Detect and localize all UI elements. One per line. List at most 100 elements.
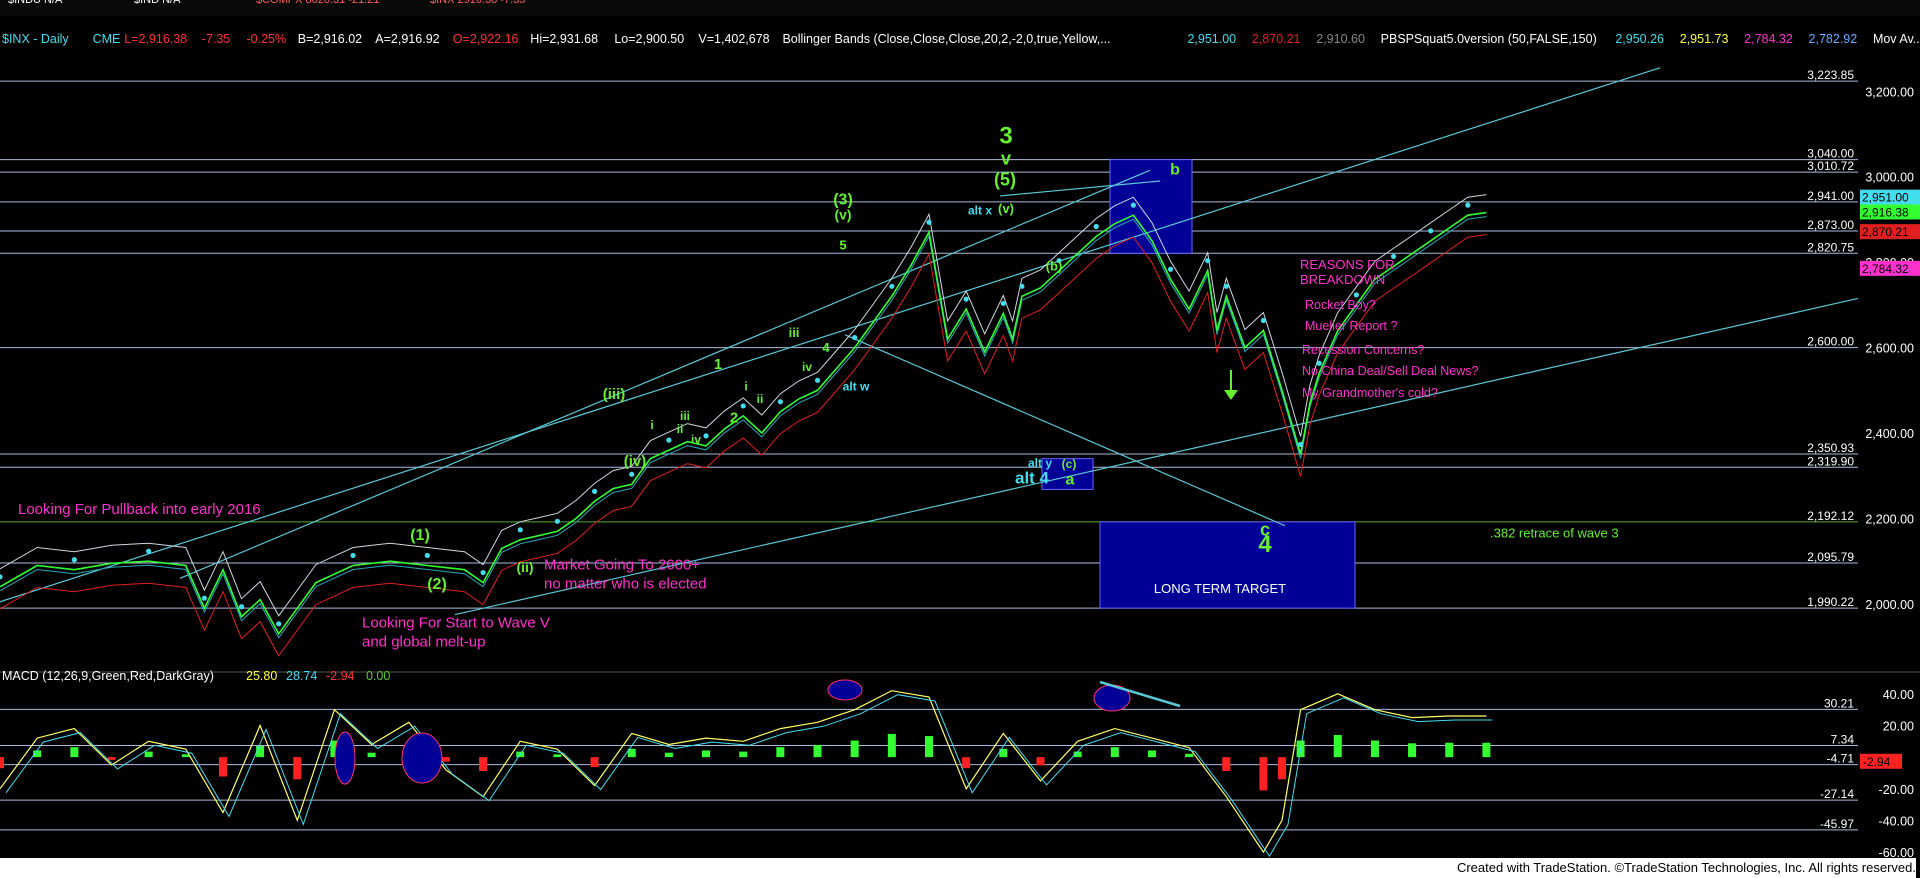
- price-dot: [666, 437, 672, 443]
- reason-item: Recession Concerns?: [1302, 343, 1424, 357]
- price-tag-label: 2,951.00: [1862, 191, 1909, 205]
- price-chart[interactable]: $INDU N/A $IND N/A $COMPX 8020.31 -21.21 $I…: [0, 0, 1920, 878]
- price-dot: [777, 399, 783, 405]
- price-dot: [814, 377, 821, 383]
- price-dot: [1260, 317, 1267, 324]
- level-label: 1,990.22: [1807, 595, 1854, 609]
- price-dot: [71, 557, 77, 563]
- macd-axis-tick: 40.00: [1883, 688, 1914, 702]
- header-field: 2,870.21: [1252, 32, 1301, 46]
- header-field: Bollinger Bands (Close,Close,Close,20,2,…: [782, 32, 1110, 46]
- wave-label: 4: [1258, 531, 1272, 558]
- price-dot: [480, 569, 486, 576]
- level-label: 2,600.00: [1807, 335, 1854, 349]
- wave-label: (ii): [516, 559, 533, 575]
- wave-label: alt 4: [1015, 468, 1050, 487]
- macd-bar: [813, 744, 822, 758]
- wave-label: b: [1170, 162, 1180, 179]
- header-field: L=2,916.38: [124, 32, 187, 46]
- wave-label: alt w: [843, 379, 870, 393]
- macd-axis-tick: -20.00: [1879, 783, 1914, 797]
- note-market-1: Market Going To 2600+: [544, 557, 700, 574]
- price-axis-tick: 2,200.00: [1865, 512, 1914, 526]
- macd-bar: [776, 747, 785, 758]
- header-field: A=2,916.92: [375, 32, 439, 46]
- macd-oval: [827, 679, 863, 701]
- macd-bar: [367, 752, 376, 758]
- mid-channel-line: [179, 169, 1151, 579]
- reasons-title-2: BREAKDOWN: [1300, 272, 1385, 287]
- note-pullback: Looking For Pullback into early 2016: [18, 501, 261, 518]
- header-field: CME: [93, 32, 121, 46]
- level-label: 3,010.72: [1807, 159, 1854, 173]
- macd-bar: [1147, 750, 1156, 758]
- note-start-2: and global melt-up: [362, 634, 485, 651]
- macd-bar: [107, 757, 116, 760]
- macd-bar: [1445, 742, 1454, 758]
- top-ticker: $INX 2916.38 -7.35: [430, 0, 525, 6]
- wave-label: (5): [994, 169, 1016, 189]
- macd-value: 25.80: [246, 669, 277, 683]
- header-field: Mov Av...: [1873, 32, 1920, 46]
- macd-title: MACD (12,26,9,Green,Red,DarkGray): [2, 669, 214, 683]
- price-dot: [591, 488, 598, 494]
- note-retrace: .382 retrace of wave 3: [1490, 526, 1619, 541]
- macd-bar: [1222, 757, 1231, 771]
- macd-bar: [0, 757, 4, 769]
- header-field: 2,951.00: [1187, 32, 1236, 46]
- macd-bar: [1185, 753, 1194, 758]
- macd-bar: [144, 751, 153, 758]
- note-start-1: Looking For Start to Wave V: [362, 614, 550, 631]
- wave-label: i: [744, 379, 747, 393]
- macd-axis-tick: 20.00: [1883, 719, 1914, 733]
- header-field: -7.35: [202, 32, 231, 46]
- price-axis-tick: 2,000.00: [1865, 598, 1914, 612]
- header-field: 2,784.32: [1744, 32, 1793, 46]
- price-dot: [963, 296, 969, 302]
- wave-label: (2): [427, 576, 447, 593]
- price-dot: [1465, 202, 1471, 208]
- level-label: 2,095.79: [1807, 550, 1854, 564]
- level-label: 2,941.00: [1807, 189, 1854, 203]
- wave-label: (c): [1062, 457, 1077, 471]
- price-dot: [1205, 258, 1211, 264]
- wave-label: (v): [998, 201, 1014, 216]
- header-field: PBSPSquat5.0version (50,FALSE,150): [1381, 32, 1597, 46]
- macd-bar: [70, 747, 79, 758]
- price-tag-label: 2,916.38: [1862, 205, 1909, 219]
- macd-bar: [1036, 757, 1045, 766]
- wave-label: 2: [730, 409, 738, 426]
- note-long-term: LONG TERM TARGET: [1154, 581, 1286, 596]
- price-dot: [517, 527, 523, 533]
- wave-label: a: [1066, 471, 1075, 488]
- macd-bar: [590, 757, 599, 768]
- price-tag-label: 2,870.21: [1862, 225, 1909, 239]
- wave-label: alt x: [968, 203, 992, 217]
- macd-bar: [664, 752, 673, 758]
- wave-label: 5: [839, 237, 846, 252]
- level-label: 2,319.90: [1807, 454, 1854, 468]
- top-ticker: $IND N/A: [134, 0, 181, 6]
- wave-label: i: [650, 418, 653, 432]
- macd-axis-tick: -40.00: [1879, 814, 1914, 828]
- reason-item: No China Deal/Sell Deal News?: [1302, 364, 1479, 378]
- header-field: V=1,402,678: [698, 32, 769, 46]
- note-market-2: no matter who is elected: [544, 576, 707, 593]
- signal-line: [5, 694, 1493, 858]
- reason-item: Rocket Boy?: [1305, 298, 1376, 312]
- header-field: Lo=2,900.50: [614, 32, 684, 46]
- macd-bar: [441, 757, 450, 762]
- macd-tag-label: -2.94: [1863, 755, 1891, 769]
- price-dot: [852, 334, 858, 341]
- macd-bar: [1259, 757, 1268, 791]
- header-field: 2,951.73: [1680, 32, 1729, 46]
- price-dot: [1019, 283, 1025, 289]
- price-axis-tick: 3,200.00: [1865, 85, 1914, 99]
- price-dot: [0, 574, 3, 580]
- header-field: O=2,922.16: [453, 32, 519, 46]
- macd-bar: [962, 757, 971, 769]
- macd-bar: [1482, 742, 1491, 758]
- wave-label: (iii): [603, 386, 626, 403]
- wave-label: iv: [802, 360, 812, 374]
- price-dot: [276, 621, 282, 627]
